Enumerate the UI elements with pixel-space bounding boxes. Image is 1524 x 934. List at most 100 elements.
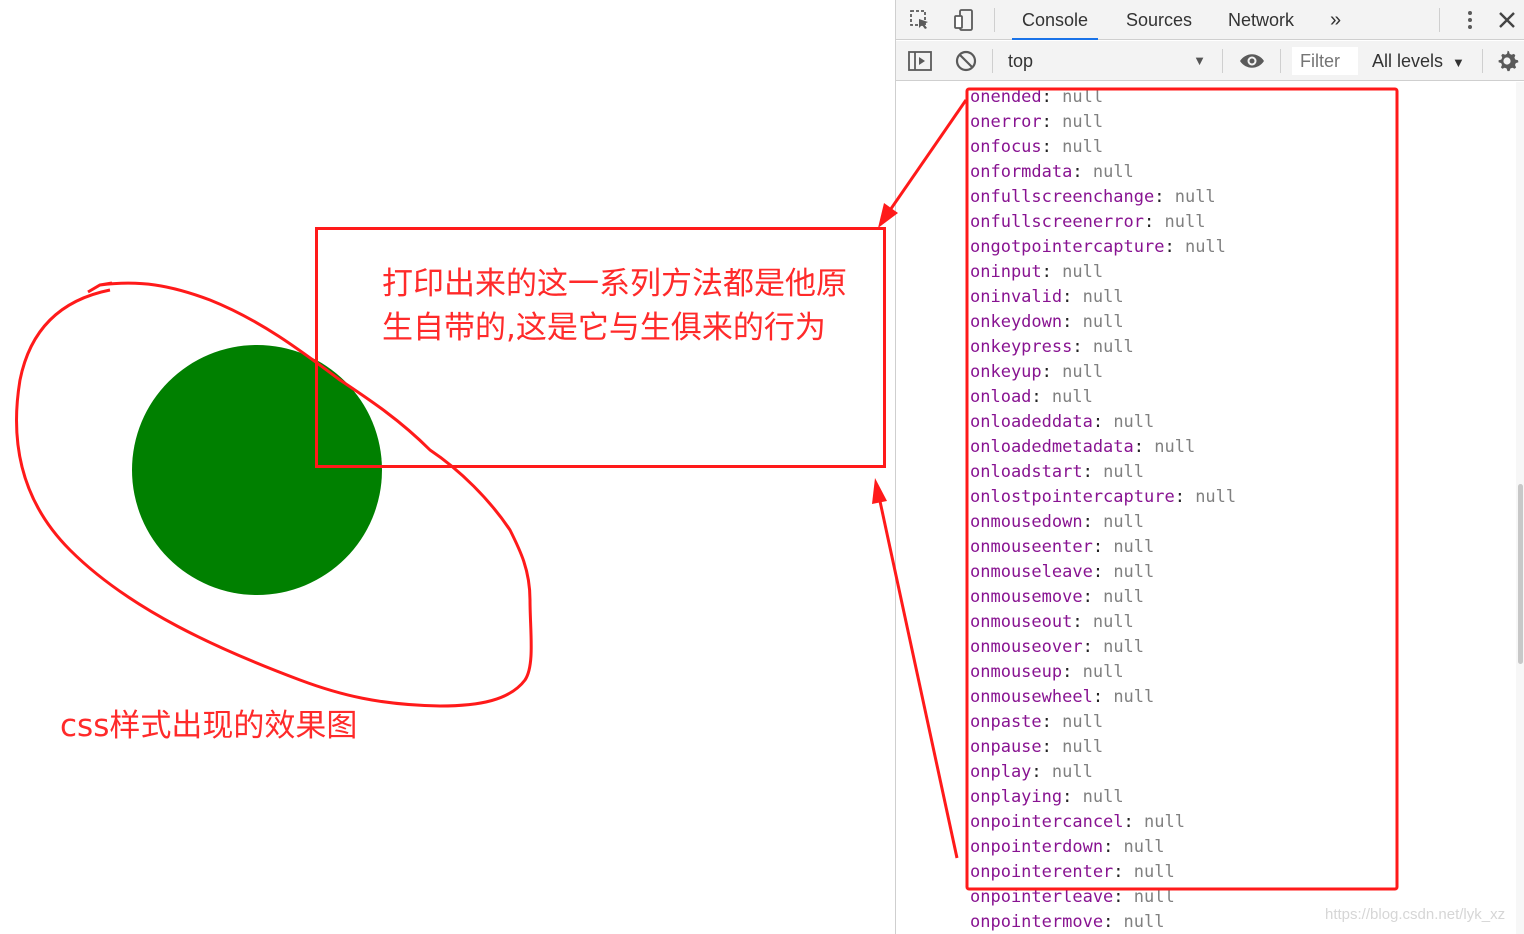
context-select[interactable]: top ▼ (1000, 47, 1210, 75)
tab-sources[interactable]: Sources (1116, 0, 1202, 40)
property-value: null (1174, 187, 1216, 207)
property-colon: : (1041, 87, 1063, 107)
filter-input[interactable] (1292, 47, 1358, 75)
property-colon: : (1062, 787, 1083, 807)
console-property-row[interactable]: onmouseup: null (970, 660, 1124, 685)
console-property-row[interactable]: onmouseenter: null (970, 535, 1154, 560)
tabbar-divider (994, 8, 995, 32)
device-toolbar-icon[interactable] (950, 6, 978, 34)
console-property-row[interactable]: onplaying: null (970, 785, 1124, 810)
more-tabs-icon[interactable]: » (1320, 0, 1351, 40)
inspect-element-icon[interactable] (906, 6, 934, 34)
property-value: null (1154, 437, 1196, 457)
property-key: onmouseenter (970, 537, 1093, 557)
kebab-menu-icon[interactable] (1456, 6, 1484, 34)
property-colon: : (1041, 137, 1063, 157)
close-icon[interactable] (1493, 6, 1521, 34)
property-key: onended (970, 87, 1042, 107)
property-colon: : (1082, 587, 1104, 607)
property-value: null (1062, 262, 1104, 282)
property-key: onfullscreenerror (970, 212, 1144, 232)
property-colon: : (1092, 412, 1114, 432)
console-property-row[interactable]: ongotpointercapture: null (970, 235, 1226, 260)
property-value: null (1051, 762, 1093, 782)
console-toolbar: top ▼ All levels ▼ (896, 41, 1524, 81)
property-key: onloadstart (970, 462, 1083, 482)
console-property-row[interactable]: oninvalid: null (970, 285, 1124, 310)
tab-network[interactable]: Network (1218, 0, 1304, 40)
console-property-row[interactable]: onpaste: null (970, 710, 1103, 735)
scrollbar-thumb[interactable] (1518, 484, 1523, 664)
console-property-row[interactable]: onfullscreenchange: null (970, 185, 1216, 210)
console-property-row[interactable]: onpointermove: null (970, 910, 1165, 934)
property-key: onpointermove (970, 912, 1104, 932)
property-colon: : (1103, 837, 1124, 857)
console-property-row[interactable]: onkeypress: null (970, 335, 1134, 360)
console-property-row[interactable]: onlostpointercapture: null (970, 485, 1236, 510)
console-property-row[interactable]: onloadeddata: null (970, 410, 1154, 435)
console-property-row[interactable]: onended: null (970, 85, 1103, 110)
sidebar-toggle-icon[interactable] (906, 47, 934, 75)
console-property-row[interactable]: onpause: null (970, 735, 1103, 760)
clear-console-icon[interactable] (952, 47, 980, 75)
log-levels-dropdown[interactable]: All levels ▼ (1372, 47, 1465, 75)
property-value: null (1133, 887, 1175, 907)
property-key: onmouseleave (970, 562, 1093, 582)
console-property-row[interactable]: onloadedmetadata: null (970, 435, 1195, 460)
property-key: onloadeddata (970, 412, 1093, 432)
console-property-row[interactable]: onfullscreenerror: null (970, 210, 1205, 235)
caption-text: css样式出现的效果图 (60, 708, 358, 744)
toolbar-divider-2 (1222, 49, 1223, 73)
tab-console[interactable]: Console (1012, 0, 1099, 40)
console-property-row[interactable]: oninput: null (970, 260, 1103, 285)
console-property-row[interactable]: onmouseleave: null (970, 560, 1154, 585)
property-colon: : (1041, 712, 1063, 732)
property-colon: : (1082, 637, 1104, 657)
console-property-row[interactable]: onmousedown: null (970, 510, 1144, 535)
toolbar-divider-4 (1482, 49, 1483, 73)
property-colon: : (1092, 562, 1114, 582)
property-colon: : (1164, 237, 1185, 257)
console-property-row[interactable]: onpointercancel: null (970, 810, 1185, 835)
property-colon: : (1031, 762, 1052, 782)
console-property-row[interactable]: onpointerdown: null (970, 835, 1165, 860)
property-key: onmouseover (970, 637, 1083, 657)
property-key: onload (970, 387, 1032, 407)
console-property-row[interactable]: onfocus: null (970, 135, 1103, 160)
devtools-panel: Console Sources Network » top ▼ All le (895, 0, 1524, 934)
console-property-row[interactable]: onmousewheel: null (970, 685, 1154, 710)
property-value: null (1062, 112, 1104, 132)
property-key: onloadedmetadata (970, 437, 1134, 457)
console-output[interactable]: onended: null onerror: null onfocus: null o… (896, 82, 1516, 934)
console-property-row[interactable]: onplay: null (970, 760, 1093, 785)
console-property-row[interactable]: onkeyup: null (970, 360, 1103, 385)
property-value: null (1195, 487, 1237, 507)
console-property-row[interactable]: onpointerenter: null (970, 860, 1175, 885)
context-value: top (1008, 51, 1034, 71)
console-property-row[interactable]: onerror: null (970, 110, 1103, 135)
console-property-row[interactable]: onkeydown: null (970, 310, 1124, 335)
property-value: null (1062, 362, 1104, 382)
console-scrollbar[interactable] (1516, 82, 1524, 934)
property-colon: : (1174, 487, 1196, 507)
console-property-row[interactable]: onmouseout: null (970, 610, 1134, 635)
console-property-row[interactable]: onloadstart: null (970, 460, 1144, 485)
property-key: ongotpointercapture (970, 237, 1165, 257)
log-levels-label: All levels (1372, 51, 1444, 71)
callout-text: 打印出来的这一系列方法都是他原 生自带的,这是它与生俱来的行为 (382, 266, 847, 346)
property-key: onplaying (970, 787, 1063, 807)
console-property-row[interactable]: onload: null (970, 385, 1093, 410)
console-property-row[interactable]: onpointerleave: null (970, 885, 1175, 910)
settings-gear-icon[interactable] (1493, 47, 1521, 75)
property-colon: : (1072, 337, 1093, 357)
property-colon: : (1062, 287, 1083, 307)
console-property-row[interactable]: onmousemove: null (970, 585, 1144, 610)
property-colon: : (1113, 887, 1134, 907)
console-property-row[interactable]: onmouseover: null (970, 635, 1144, 660)
console-property-row[interactable]: onformdata: null (970, 160, 1134, 185)
tabbar-divider-right (1439, 8, 1440, 32)
eye-icon[interactable] (1238, 47, 1266, 75)
property-value: null (1123, 837, 1165, 857)
property-colon: : (1031, 387, 1052, 407)
property-key: onmouseout (970, 612, 1073, 632)
